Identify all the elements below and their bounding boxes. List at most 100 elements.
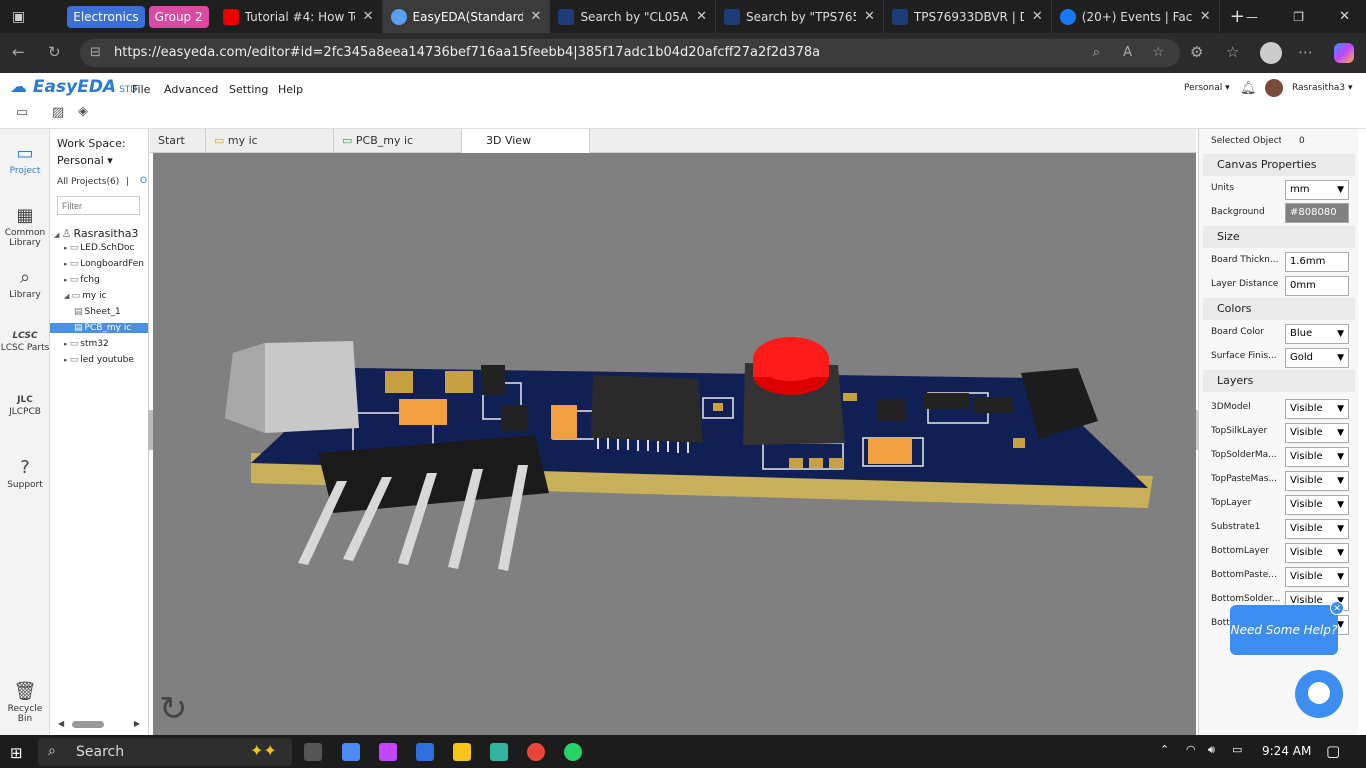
surface-finish-select[interactable]: Gold ▼	[1285, 348, 1349, 368]
close-window-icon[interactable]: ✕	[1339, 9, 1350, 24]
tree-item[interactable]: ▤ Sheet_1	[74, 307, 121, 317]
rail-common-library[interactable]: ▦ Common Library	[0, 205, 50, 248]
favorites-icon[interactable]: ☆	[1226, 43, 1239, 61]
expand-arrow-icon[interactable]: ▸	[64, 356, 70, 364]
tree-item[interactable]: ◢ ▭ my ic	[64, 291, 107, 301]
layer-visibility-select[interactable]: Visible ▼	[1285, 399, 1349, 419]
wifi-icon[interactable]: ◠	[1186, 743, 1196, 756]
rotate-view-icon[interactable]: ↻	[159, 689, 188, 729]
browser-tab-youtube[interactable]: Tutorial #4: How To ✕	[215, 0, 383, 33]
expand-arrow-icon[interactable]: ▸	[64, 276, 70, 284]
file-explorer-icon[interactable]	[453, 743, 471, 761]
layer-distance-input[interactable]: 0mm	[1285, 276, 1349, 296]
read-aloud-icon[interactable]: A	[1123, 39, 1132, 67]
expand-arrow-icon[interactable]: ◢	[54, 231, 62, 239]
copilot-taskbar-icon[interactable]	[379, 743, 397, 761]
url-field[interactable]: ⊟ https://easyeda.com/editor#id=2fc345a8…	[80, 39, 1180, 67]
chrome-icon[interactable]	[527, 743, 545, 761]
task-view-icon[interactable]	[304, 743, 322, 761]
layer-visibility-select[interactable]: Visible ▼	[1285, 567, 1349, 587]
close-tab-icon[interactable]: ✕	[1032, 9, 1043, 24]
chat-button[interactable]	[1295, 670, 1343, 718]
tree-item[interactable]: ▸ ▭ led youtube	[64, 355, 134, 365]
sidebar-toggle-icon[interactable]: ▣	[12, 9, 25, 25]
volume-icon[interactable]: 🔊︎	[1208, 743, 1215, 757]
tree-item[interactable]: ◢ ♙ Rasrasitha3	[54, 227, 138, 240]
clock[interactable]: 9:24 AM	[1262, 744, 1311, 758]
widgets-icon[interactable]	[342, 743, 360, 761]
site-info-icon[interactable]: ⊟	[90, 39, 101, 67]
filter-input[interactable]	[57, 196, 140, 215]
close-tab-icon[interactable]: ✕	[363, 9, 374, 24]
workspace-dropdown[interactable]: Personal ▾	[57, 154, 113, 167]
layers-icon[interactable]: ◈	[78, 104, 88, 119]
layer-visibility-select[interactable]: Visible ▼	[1285, 447, 1349, 467]
tab-group-electronics[interactable]: Electronics	[67, 5, 145, 28]
more-icon[interactable]: ⋯	[1298, 43, 1313, 61]
tree-item[interactable]: ▸ ▭ LongboardFen	[64, 259, 144, 269]
help-bubble[interactable]: Need Some Help?	[1230, 605, 1338, 655]
menu-file[interactable]: File	[132, 83, 150, 96]
background-color-field[interactable]: #808080	[1285, 203, 1349, 223]
notifications-icon[interactable]: ▢	[1326, 742, 1340, 760]
expand-arrow-icon[interactable]: ▸	[64, 244, 70, 252]
close-tab-icon[interactable]: ✕	[864, 9, 875, 24]
close-tab-icon[interactable]: ✕	[1200, 9, 1211, 24]
account-dropdown[interactable]: Personal ▾	[1184, 83, 1230, 93]
close-tab-icon[interactable]: ✕	[531, 9, 542, 24]
tray-chevron-icon[interactable]: ⌃	[1160, 743, 1169, 756]
tree-item[interactable]: ▸ ▭ stm32	[64, 339, 109, 349]
layer-visibility-select[interactable]: Visible ▼	[1285, 519, 1349, 539]
browser-tab-lcsc-2[interactable]: Search by "TPS765 ✕	[716, 0, 884, 33]
profile-avatar[interactable]	[1260, 42, 1282, 64]
tab-my-ic[interactable]: ▭ my ic	[206, 129, 334, 153]
section-colors[interactable]: Colors	[1203, 298, 1355, 320]
expand-arrow-icon[interactable]: ▸	[64, 340, 70, 348]
browser-tab-lcsc-1[interactable]: Search by "CL05A ✕	[550, 0, 716, 33]
tab-3d-view[interactable]: 3D View	[462, 129, 590, 153]
section-canvas-properties[interactable]: Canvas Properties	[1203, 154, 1355, 176]
tree-item[interactable]: ▤ PCB_my ic	[50, 323, 148, 333]
browser-tab-facebook[interactable]: (20+) Events | Face ✕	[1052, 0, 1220, 33]
battery-icon[interactable]: ▭	[1232, 743, 1242, 756]
menu-setting[interactable]: Setting	[229, 83, 268, 96]
tree-item[interactable]: ▸ ▭ LED.SchDoc	[64, 243, 135, 253]
edge-icon[interactable]	[490, 743, 508, 761]
user-dropdown[interactable]: Rasrasitha3 ▾	[1292, 83, 1353, 93]
rail-jlcpcb[interactable]: JLC JLCPCB	[0, 395, 50, 417]
all-projects-link[interactable]: All Projects(6)	[57, 177, 119, 187]
tab-pcb-my-ic[interactable]: ▭ PCB_my ic	[334, 129, 462, 153]
folder-icon[interactable]: ▭	[16, 105, 28, 120]
rail-project[interactable]: ▭ Project	[0, 143, 50, 176]
menu-help[interactable]: Help	[278, 83, 303, 96]
user-avatar[interactable]	[1265, 79, 1283, 97]
board-color-select[interactable]: Blue ▼	[1285, 324, 1349, 344]
image-icon[interactable]: ▨	[52, 105, 64, 120]
horizontal-scrollbar[interactable]: ◀ ▶	[58, 719, 140, 729]
browser-tab-lcsc-3[interactable]: TPS76933DBVR | D ✕	[884, 0, 1052, 33]
close-help-icon[interactable]: ✕	[1330, 601, 1344, 615]
keyboard-app-icon[interactable]	[416, 743, 434, 761]
expand-arrow-icon[interactable]: ◢	[64, 292, 72, 300]
windows-start-icon[interactable]: ⊞	[10, 744, 23, 762]
section-size[interactable]: Size	[1203, 226, 1355, 248]
whatsapp-icon[interactable]	[564, 743, 582, 761]
restore-icon[interactable]: ❐	[1293, 10, 1304, 24]
layer-visibility-select[interactable]: Visible ▼	[1285, 471, 1349, 491]
rail-lcsc-parts[interactable]: LCSC LCSC Parts	[0, 331, 50, 353]
bell-icon[interactable]: 🔔︎	[1240, 81, 1257, 96]
zoom-icon[interactable]: ⌕	[1093, 39, 1100, 67]
rail-library[interactable]: ⌕ Library	[0, 267, 50, 300]
tree-item[interactable]: ▸ ▭ fchg	[64, 275, 100, 285]
layer-visibility-select[interactable]: Visible ▼	[1285, 423, 1349, 443]
rail-support[interactable]: ? Support	[0, 457, 50, 490]
back-icon[interactable]: ←	[12, 43, 25, 61]
refresh-icon[interactable]: ↻	[48, 43, 61, 61]
tab-start[interactable]: Start	[150, 129, 206, 153]
copilot-icon[interactable]	[1334, 43, 1354, 63]
3d-viewport[interactable]: ↻	[153, 153, 1196, 735]
expand-arrow-icon[interactable]: ▸	[64, 260, 70, 268]
new-tab-icon[interactable]: +	[1230, 6, 1245, 27]
minimize-icon[interactable]: —	[1246, 10, 1258, 24]
favorite-star-icon[interactable]: ☆	[1152, 39, 1164, 67]
